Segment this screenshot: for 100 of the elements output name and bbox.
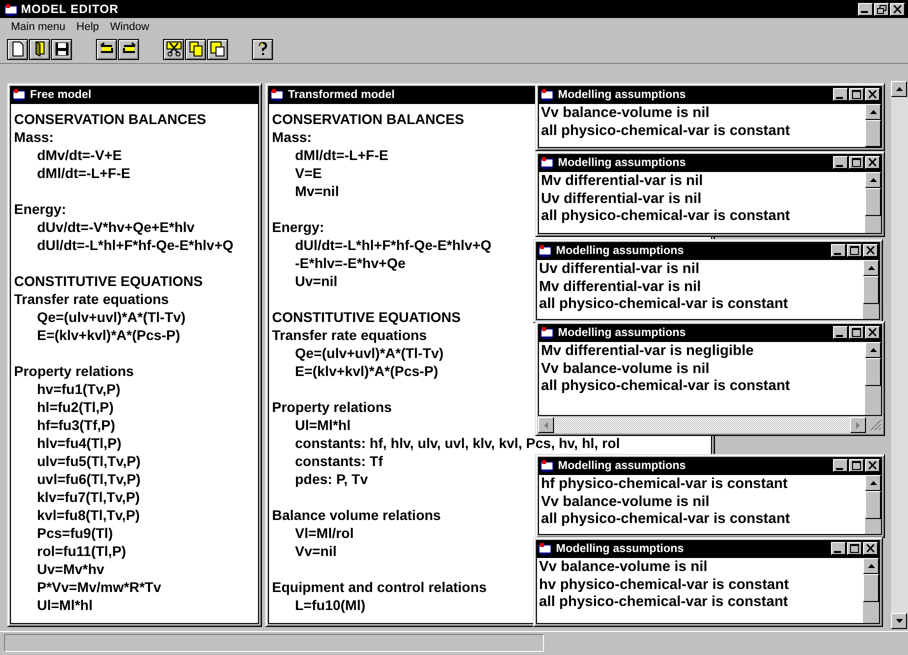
toolbar-button[interactable] (96, 38, 117, 60)
window-title: Modelling assumptions (558, 88, 686, 100)
scroll-down-button[interactable] (891, 613, 907, 629)
close-button[interactable] (865, 88, 880, 101)
scroll-up-button[interactable] (865, 104, 881, 120)
equation-text: Vv=nil (295, 542, 337, 560)
assumption-text[interactable]: all physico-chemical-var is constant (541, 378, 790, 396)
maximize-button[interactable] (849, 326, 864, 339)
maximize-button[interactable] (847, 542, 862, 555)
menu-item[interactable]: Main menu (11, 20, 66, 32)
assumption-text[interactable]: Mv differential-var is negligible (541, 343, 754, 360)
close-button[interactable] (865, 459, 880, 472)
toolbar-button[interactable] (29, 38, 50, 60)
assumption-text[interactable]: Mv differential-var is nil (541, 173, 703, 190)
toolbar-button[interactable] (51, 38, 72, 60)
assumption-text[interactable]: Vv balance-volume is nil (541, 105, 710, 122)
toolbar-button[interactable] (252, 38, 273, 60)
up-triangle-icon (870, 110, 876, 114)
section-label: Property relations (14, 362, 134, 380)
menu-item[interactable]: Window (110, 20, 150, 32)
close-button[interactable] (890, 2, 905, 16)
close-button[interactable] (863, 542, 878, 555)
section-label: CONSERVATION BALANCES (272, 110, 464, 128)
close-button[interactable] (863, 244, 878, 257)
scrollbar[interactable] (891, 81, 908, 629)
section-label: Equipment and control relations (272, 578, 487, 596)
scrollbar[interactable] (863, 260, 879, 319)
window-icon (540, 459, 554, 472)
maximize-button[interactable] (849, 459, 864, 472)
minimize-icon (836, 164, 843, 166)
assumption-text[interactable]: Vv balance-volume is nil (541, 494, 710, 511)
new-file-icon (10, 41, 26, 57)
scroll-up-button[interactable] (863, 558, 879, 574)
minimize-button[interactable] (833, 156, 848, 169)
scroll-thumb[interactable] (865, 120, 881, 147)
assumption-text[interactable]: Uv differential-var is nil (539, 261, 700, 278)
equation-text: Pcs=fu9(Tl) (37, 524, 113, 542)
scroll-thumb[interactable] (863, 276, 879, 304)
toolbar-button[interactable] (163, 38, 184, 60)
scroll-up-button[interactable] (891, 81, 907, 97)
toolbar-button[interactable] (207, 38, 228, 60)
toolbar-button[interactable] (185, 38, 206, 60)
maximize-button[interactable] (849, 88, 864, 101)
scrollbar[interactable] (863, 558, 879, 623)
scrollbar[interactable] (865, 475, 881, 534)
maximize-button[interactable] (847, 244, 862, 257)
scrollbar[interactable] (865, 104, 881, 147)
assumption-text[interactable]: hv physico-chemical-var is constant (539, 576, 789, 594)
copy-icon (188, 41, 204, 57)
scroll-left-button[interactable] (538, 417, 554, 433)
section-label: Balance volume relations (272, 506, 441, 524)
maximize-button[interactable] (849, 156, 864, 169)
resize-grip-icon[interactable] (868, 417, 882, 431)
minimize-icon (836, 468, 843, 470)
assumption-text[interactable]: hf physico-chemical-var is constant (541, 476, 788, 494)
assumption-text[interactable]: all physico-chemical-var is constant (539, 296, 788, 314)
menu-item[interactable]: Help (76, 20, 100, 32)
restore-button[interactable] (874, 2, 889, 16)
minimize-button[interactable] (833, 459, 848, 472)
scroll-up-button[interactable] (863, 260, 879, 276)
scroll-up-button[interactable] (865, 475, 881, 491)
assumption-text[interactable]: Uv differential-var is nil (541, 190, 702, 208)
close-button[interactable] (865, 156, 880, 169)
down-triangle-icon (896, 619, 902, 623)
window-icon (540, 326, 554, 339)
close-icon (868, 461, 878, 470)
scroll-thumb[interactable] (863, 574, 879, 602)
assumption-text[interactable]: all physico-chemical-var is constant (541, 208, 790, 226)
scrollbar[interactable] (865, 172, 881, 233)
scrollbar[interactable] (865, 342, 881, 415)
window-title: Modelling assumptions (558, 460, 686, 472)
minimize-button[interactable] (831, 244, 846, 257)
horizontal-scrollbar[interactable] (538, 417, 882, 433)
scroll-thumb[interactable] (865, 491, 881, 519)
assumption-text[interactable]: Vv balance-volume is nil (541, 360, 710, 378)
minimize-button[interactable] (831, 542, 846, 555)
section-label: Transfer rate equations (272, 326, 427, 344)
assumption-text[interactable]: Vv balance-volume is nil (539, 559, 708, 576)
assumption-text[interactable]: all physico-chemical-var is constant (541, 511, 790, 528)
assumption-text[interactable]: all physico-chemical-var is constant (541, 122, 790, 140)
scroll-right-button[interactable] (850, 417, 866, 433)
scroll-up-button[interactable] (865, 342, 881, 358)
section-label: CONSTITUTIVE EQUATIONS (272, 308, 461, 326)
maximize-icon (850, 544, 860, 553)
close-button[interactable] (865, 326, 880, 339)
scroll-thumb[interactable] (865, 188, 881, 216)
assumption-text[interactable]: all physico-chemical-var is constant (539, 594, 788, 612)
scroll-up-button[interactable] (865, 172, 881, 188)
toolbar-button[interactable] (7, 38, 28, 60)
minimize-button[interactable] (833, 326, 848, 339)
minimize-button[interactable] (858, 2, 873, 16)
minimize-button[interactable] (833, 88, 848, 101)
scroll-thumb[interactable] (865, 358, 881, 386)
equation-text: uvl=fu6(Tl,Tv,P) (37, 470, 141, 488)
equation-text: E=(klv+kvl)*A*(Pcs-P) (295, 362, 438, 380)
assumption-text[interactable]: Mv differential-var is nil (539, 278, 701, 296)
toolbar-button[interactable] (118, 38, 139, 60)
minimize-icon (861, 11, 868, 13)
equation-text: hlv=fu4(Tl,P) (37, 434, 122, 452)
window-title: Modelling assumptions (558, 156, 686, 168)
